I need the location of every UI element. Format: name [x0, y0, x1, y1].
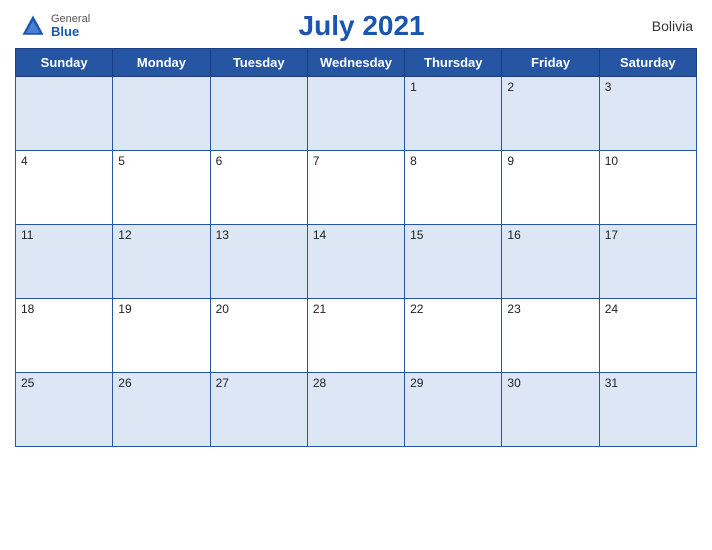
calendar-day-cell: 28 — [307, 373, 404, 447]
header-sunday: Sunday — [16, 49, 113, 77]
day-number: 17 — [605, 228, 618, 242]
day-number: 27 — [216, 376, 229, 390]
calendar-day-cell: 29 — [405, 373, 502, 447]
calendar-day-cell: 2 — [502, 77, 599, 151]
calendar-week-row: 25 26 27 28 29 30 31 — [16, 373, 697, 447]
day-number: 1 — [410, 80, 417, 94]
calendar-day-cell: 6 — [210, 151, 307, 225]
page-header: General Blue July 2021 Bolivia — [15, 10, 697, 42]
calendar-header: Sunday Monday Tuesday Wednesday Thursday… — [16, 49, 697, 77]
day-number: 31 — [605, 376, 618, 390]
day-number: 29 — [410, 376, 423, 390]
logo-blue: Blue — [51, 25, 90, 39]
day-number: 18 — [21, 302, 34, 316]
day-number: 11 — [21, 228, 33, 242]
calendar-day-cell: 26 — [113, 373, 210, 447]
day-number: 23 — [507, 302, 520, 316]
calendar-day-cell: 7 — [307, 151, 404, 225]
logo-text: General Blue — [51, 13, 90, 39]
day-number: 22 — [410, 302, 423, 316]
header-wednesday: Wednesday — [307, 49, 404, 77]
day-number: 26 — [118, 376, 131, 390]
calendar-day-cell: 13 — [210, 225, 307, 299]
calendar-week-row: 4 5 6 7 8 9 10 — [16, 151, 697, 225]
day-number: 3 — [605, 80, 612, 94]
calendar-day-cell: 17 — [599, 225, 696, 299]
calendar-day-cell: 30 — [502, 373, 599, 447]
calendar-day-cell — [307, 77, 404, 151]
day-number: 19 — [118, 302, 131, 316]
day-number: 30 — [507, 376, 520, 390]
day-number: 21 — [313, 302, 326, 316]
calendar-week-row: 1 2 3 — [16, 77, 697, 151]
calendar-day-cell: 23 — [502, 299, 599, 373]
calendar-week-row: 18 19 20 21 22 23 24 — [16, 299, 697, 373]
day-number: 20 — [216, 302, 229, 316]
calendar-title: July 2021 — [90, 10, 633, 42]
day-number: 14 — [313, 228, 326, 242]
calendar-day-cell: 15 — [405, 225, 502, 299]
calendar-day-cell: 10 — [599, 151, 696, 225]
day-number: 24 — [605, 302, 618, 316]
header-monday: Monday — [113, 49, 210, 77]
day-number: 5 — [118, 154, 125, 168]
weekday-header-row: Sunday Monday Tuesday Wednesday Thursday… — [16, 49, 697, 77]
day-number: 10 — [605, 154, 618, 168]
day-number: 7 — [313, 154, 320, 168]
calendar-day-cell: 21 — [307, 299, 404, 373]
header-thursday: Thursday — [405, 49, 502, 77]
calendar-day-cell — [210, 77, 307, 151]
calendar-day-cell: 11 — [16, 225, 113, 299]
calendar-day-cell: 3 — [599, 77, 696, 151]
day-number: 12 — [118, 228, 131, 242]
header-friday: Friday — [502, 49, 599, 77]
day-number: 13 — [216, 228, 229, 242]
country-label: Bolivia — [633, 18, 693, 34]
logo: General Blue — [19, 12, 90, 40]
calendar-day-cell: 25 — [16, 373, 113, 447]
header-saturday: Saturday — [599, 49, 696, 77]
day-number: 16 — [507, 228, 520, 242]
calendar-page: General Blue July 2021 Bolivia Sunday Mo… — [0, 0, 712, 550]
day-number: 28 — [313, 376, 326, 390]
calendar-day-cell: 9 — [502, 151, 599, 225]
calendar-day-cell: 20 — [210, 299, 307, 373]
calendar-day-cell: 1 — [405, 77, 502, 151]
generalblue-logo-icon — [19, 12, 47, 40]
calendar-table: Sunday Monday Tuesday Wednesday Thursday… — [15, 48, 697, 447]
calendar-day-cell: 14 — [307, 225, 404, 299]
calendar-day-cell: 19 — [113, 299, 210, 373]
day-number: 8 — [410, 154, 417, 168]
calendar-day-cell — [113, 77, 210, 151]
calendar-day-cell: 12 — [113, 225, 210, 299]
calendar-body: 1234567891011121314151617181920212223242… — [16, 77, 697, 447]
calendar-day-cell: 4 — [16, 151, 113, 225]
day-number: 9 — [507, 154, 514, 168]
header-tuesday: Tuesday — [210, 49, 307, 77]
calendar-day-cell: 22 — [405, 299, 502, 373]
day-number: 4 — [21, 154, 28, 168]
calendar-day-cell: 16 — [502, 225, 599, 299]
day-number: 15 — [410, 228, 423, 242]
day-number: 25 — [21, 376, 34, 390]
calendar-day-cell: 8 — [405, 151, 502, 225]
calendar-day-cell: 5 — [113, 151, 210, 225]
day-number: 2 — [507, 80, 514, 94]
calendar-day-cell — [16, 77, 113, 151]
calendar-day-cell: 18 — [16, 299, 113, 373]
calendar-week-row: 11 12 13 14 15 16 17 — [16, 225, 697, 299]
calendar-day-cell: 31 — [599, 373, 696, 447]
day-number: 6 — [216, 154, 223, 168]
calendar-day-cell: 24 — [599, 299, 696, 373]
calendar-day-cell: 27 — [210, 373, 307, 447]
